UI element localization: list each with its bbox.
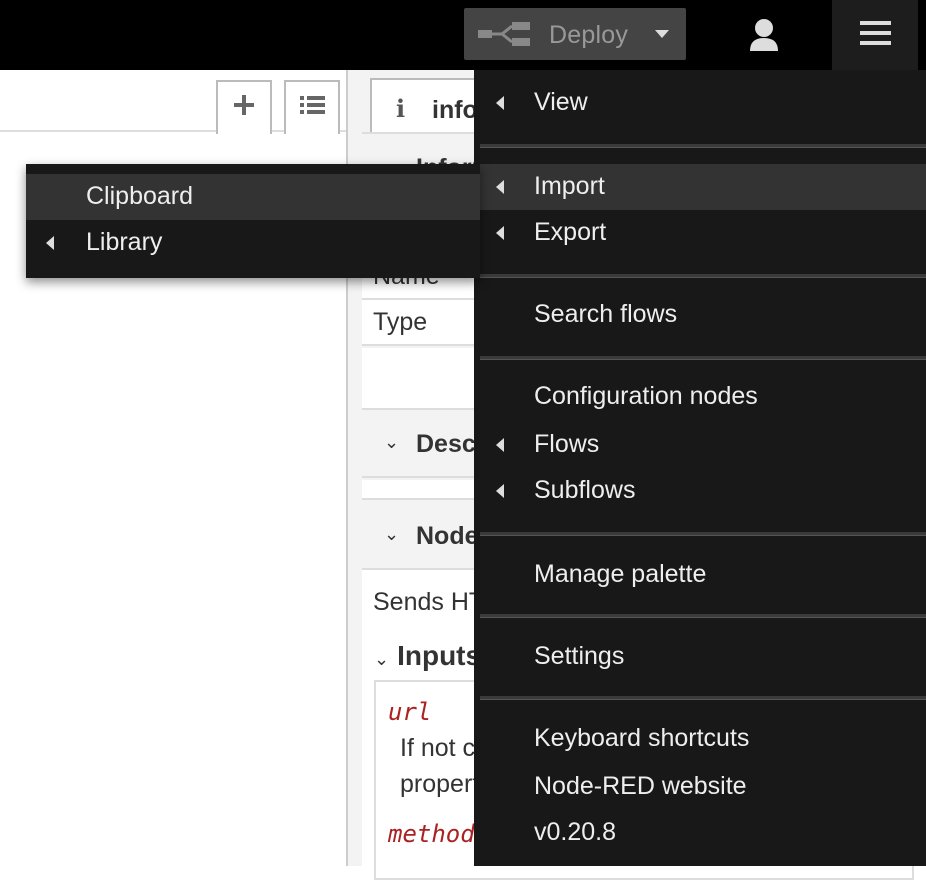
version-label: v0.20.8 bbox=[534, 818, 617, 846]
deploy-label: Deploy bbox=[549, 21, 629, 49]
chevron-down-icon: ⌄ bbox=[374, 649, 390, 669]
menu-item-label: Flows bbox=[534, 430, 600, 458]
list-icon bbox=[300, 96, 325, 114]
chevron-down-icon[interactable] bbox=[655, 30, 669, 38]
menu-divider bbox=[480, 144, 926, 148]
menu-item-manage-palette[interactable]: Manage palette bbox=[480, 552, 926, 598]
menu-item-label: Settings bbox=[534, 642, 625, 670]
menu-divider bbox=[480, 696, 926, 700]
menu-divider bbox=[480, 614, 926, 618]
tab-info-label: info bbox=[432, 96, 478, 124]
menu-item-label: Manage palette bbox=[534, 560, 707, 588]
caret-left-icon bbox=[496, 96, 504, 110]
chevron-down-icon: ⌄ bbox=[384, 432, 400, 452]
menu-item-label: Node-RED website bbox=[534, 772, 747, 800]
workspace-tab-bar bbox=[0, 70, 348, 134]
menu-item-view[interactable]: View bbox=[480, 80, 926, 126]
menu-item-label: Export bbox=[534, 218, 607, 246]
info-icon: i bbox=[396, 94, 406, 123]
user-menu-button[interactable] bbox=[740, 0, 790, 70]
menu-divider bbox=[480, 274, 926, 278]
inputs-header[interactable]: ⌄ Inputs bbox=[374, 640, 481, 672]
caret-left-icon bbox=[46, 236, 54, 250]
add-flow-button[interactable] bbox=[216, 80, 272, 134]
deploy-button[interactable]: Deploy bbox=[464, 8, 686, 60]
menu-item-settings[interactable]: Settings bbox=[480, 634, 926, 680]
caret-left-icon bbox=[496, 484, 504, 498]
row-label: Type bbox=[373, 308, 428, 336]
menu-item-export[interactable]: Export bbox=[480, 210, 926, 256]
inputs-header-label: Inputs bbox=[397, 640, 482, 671]
menu-item-flows[interactable]: Flows bbox=[480, 422, 926, 468]
import-submenu: Clipboard Library bbox=[26, 164, 480, 278]
property-name: url bbox=[388, 698, 432, 726]
menu-divider bbox=[480, 356, 926, 360]
menu-item-subflows[interactable]: Subflows bbox=[480, 468, 926, 514]
menu-item-node-red-website[interactable]: Node-RED website bbox=[480, 764, 926, 810]
main-menu-dropdown: View Import Export Search flows Configur… bbox=[474, 70, 926, 866]
menu-item-label: Subflows bbox=[534, 476, 636, 504]
menu-item-label: View bbox=[534, 88, 588, 116]
menu-item-import[interactable]: Import bbox=[480, 164, 926, 210]
plus-icon bbox=[234, 95, 254, 115]
chevron-down-icon: ⌄ bbox=[384, 524, 400, 544]
hamburger-menu-icon bbox=[860, 21, 891, 45]
deploy-icon bbox=[478, 22, 530, 46]
list-flows-button[interactable] bbox=[284, 80, 340, 134]
caret-left-icon bbox=[496, 180, 504, 194]
header-bar: Deploy bbox=[0, 0, 926, 70]
menu-item-configuration-nodes[interactable]: Configuration nodes bbox=[480, 374, 926, 420]
menu-item-label: Library bbox=[86, 228, 163, 256]
user-icon bbox=[750, 19, 778, 51]
menu-item-label: Keyboard shortcuts bbox=[534, 724, 750, 752]
menu-item-keyboard-shortcuts[interactable]: Keyboard shortcuts bbox=[480, 716, 926, 762]
menu-divider bbox=[480, 532, 926, 536]
menu-item-search-flows[interactable]: Search flows bbox=[480, 292, 926, 338]
caret-left-icon bbox=[496, 438, 504, 452]
caret-left-icon bbox=[496, 226, 504, 240]
main-menu-button[interactable] bbox=[832, 0, 918, 70]
menu-item-label: Clipboard bbox=[86, 182, 194, 210]
property-name: method bbox=[388, 820, 475, 848]
menu-item-version: v0.20.8 bbox=[480, 810, 926, 856]
menu-item-label: Configuration nodes bbox=[534, 382, 758, 410]
menu-item-label: Import bbox=[534, 172, 605, 200]
submenu-item-library[interactable]: Library bbox=[26, 220, 480, 266]
submenu-item-clipboard[interactable]: Clipboard bbox=[26, 174, 480, 220]
menu-item-label: Search flows bbox=[534, 300, 678, 328]
